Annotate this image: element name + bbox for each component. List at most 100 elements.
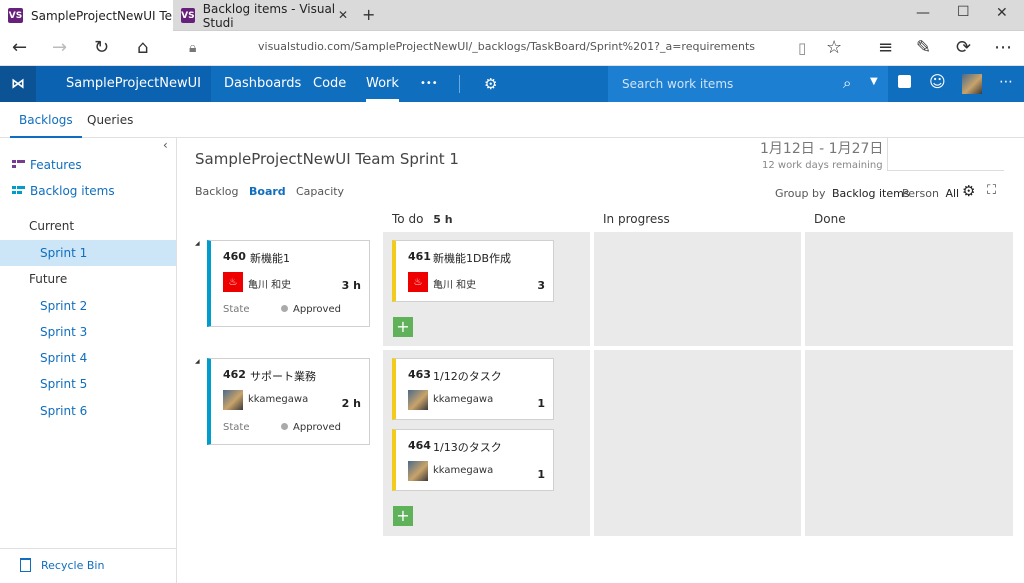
browser-tab-strip: VS SampleProjectNewUI Te VS Backlog item… bbox=[0, 0, 1024, 31]
assignee-name[interactable]: 亀川 和史 bbox=[248, 276, 291, 291]
back-arrow-icon[interactable]: ← bbox=[12, 38, 27, 58]
assignee-name[interactable]: kkamegawa bbox=[433, 394, 493, 405]
more-icon[interactable]: ⋯ bbox=[994, 38, 1012, 58]
sidebar-item-sprint-6[interactable]: Sprint 6 bbox=[0, 398, 176, 424]
state-value[interactable]: Approved bbox=[281, 422, 341, 433]
url-field[interactable]: visualstudio.com/SampleProjectNewUI/_bac… bbox=[258, 40, 755, 53]
add-task-button[interactable]: + bbox=[393, 317, 413, 337]
pivot-capacity[interactable]: Capacity bbox=[296, 185, 344, 198]
sidebar-item-sprint-5[interactable]: Sprint 5 bbox=[0, 371, 176, 397]
burndown-chart-placeholder[interactable] bbox=[887, 138, 1004, 171]
nav-code[interactable]: Code bbox=[313, 66, 346, 102]
assignee-name[interactable]: 亀川 和史 bbox=[433, 276, 476, 291]
visual-studio-icon: VS bbox=[8, 8, 23, 23]
state-label: State bbox=[223, 304, 250, 315]
sidebar-item-label: Backlog items bbox=[30, 184, 115, 198]
state-value[interactable]: Approved bbox=[281, 304, 341, 315]
project-name[interactable]: SampleProjectNewUI bbox=[36, 66, 211, 102]
work-item-title[interactable]: 1/12のタスク bbox=[433, 368, 502, 384]
nav-work[interactable]: Work bbox=[366, 66, 399, 102]
reading-view-icon[interactable]: ▯ bbox=[798, 38, 806, 58]
person-label: Person bbox=[902, 187, 939, 200]
remaining-work[interactable]: 3 bbox=[537, 279, 545, 292]
remaining-hours: 3 h bbox=[341, 279, 361, 292]
sidebar-item-sprint-1[interactable]: Sprint 1 bbox=[0, 240, 176, 266]
tab-backlogs[interactable]: Backlogs bbox=[10, 102, 82, 138]
remaining-hours: 2 h bbox=[341, 397, 361, 410]
more-icon[interactable]: ⋯ bbox=[999, 74, 1013, 90]
remaining-work[interactable]: 1 bbox=[537, 397, 545, 410]
home-icon[interactable]: ⌂ bbox=[137, 38, 148, 58]
sidebar-item-backlog-items[interactable]: Backlog items bbox=[0, 178, 176, 204]
browser-tab-active[interactable]: VS SampleProjectNewUI Te bbox=[0, 0, 173, 31]
work-item-title[interactable]: 1/13のタスク bbox=[433, 439, 502, 455]
pivot-backlog[interactable]: Backlog bbox=[195, 185, 238, 198]
close-tab-icon[interactable]: ✕ bbox=[338, 8, 348, 22]
person-filter[interactable]: Person All bbox=[902, 187, 959, 200]
forward-arrow-icon[interactable]: → bbox=[52, 38, 67, 58]
browser-tab[interactable]: VS Backlog items - Visual Studi ✕ bbox=[173, 0, 356, 31]
backlog-items-icon bbox=[12, 186, 25, 194]
recycle-bin-link[interactable]: Recycle Bin bbox=[0, 553, 176, 579]
task-card[interactable]: 464 1/13のタスク kkamegawa 1 bbox=[392, 429, 554, 491]
recycle-bin-label: Recycle Bin bbox=[41, 559, 105, 572]
search-icon[interactable]: ⌕ bbox=[843, 74, 851, 92]
app-header: ⋈ SampleProjectNewUI Dashboards Code Wor… bbox=[0, 66, 1024, 102]
pivot-board[interactable]: Board bbox=[249, 185, 286, 198]
smiley-icon[interactable]: ☺ bbox=[929, 72, 946, 91]
sidebar-item-sprint-2[interactable]: Sprint 2 bbox=[0, 293, 176, 319]
user-avatar[interactable] bbox=[962, 74, 982, 94]
user-avatar-icon: ♨ bbox=[408, 272, 428, 292]
sprint-dates: 1月12日 - 1月27日 bbox=[760, 141, 884, 157]
add-task-button[interactable]: + bbox=[393, 506, 413, 526]
work-item-id: 462 bbox=[223, 368, 246, 381]
work-item-title[interactable]: 新機能1DB作成 bbox=[433, 250, 511, 266]
chevron-down-icon[interactable]: ▼ bbox=[870, 76, 878, 87]
minimize-icon[interactable]: — bbox=[916, 5, 930, 21]
new-tab-icon[interactable]: + bbox=[362, 5, 375, 24]
collapse-chevron-icon[interactable]: ‹ bbox=[163, 138, 168, 152]
sidebar-item-label: Features bbox=[30, 158, 82, 172]
board-cell-done-row2 bbox=[805, 350, 1013, 536]
task-card[interactable]: 461 新機能1DB作成 ♨ 亀川 和史 3 bbox=[392, 240, 554, 302]
board-cell-inprogress-row2 bbox=[594, 350, 801, 536]
favorite-star-icon[interactable]: ☆ bbox=[826, 38, 842, 58]
work-item-id: 460 bbox=[223, 250, 246, 263]
collapse-row-triangle-icon[interactable]: ◢ bbox=[195, 240, 200, 247]
state-dot-icon bbox=[281, 305, 288, 312]
board-settings-gear-icon[interactable]: ⚙ bbox=[962, 182, 975, 200]
nav-divider bbox=[459, 75, 460, 93]
tab-queries[interactable]: Queries bbox=[87, 102, 133, 138]
remaining-work[interactable]: 1 bbox=[537, 468, 545, 481]
state-text: Approved bbox=[293, 304, 341, 315]
collapse-row-triangle-icon[interactable]: ◢ bbox=[195, 358, 200, 365]
assignee-name[interactable]: kkamegawa bbox=[248, 394, 308, 405]
marketplace-bag-icon[interactable] bbox=[898, 75, 911, 88]
refresh-icon[interactable]: ↻ bbox=[94, 38, 109, 58]
fullscreen-icon[interactable]: ⛶ bbox=[987, 183, 996, 198]
sidebar-item-sprint-4[interactable]: Sprint 4 bbox=[0, 345, 176, 371]
work-item-title[interactable]: サポート業務 bbox=[250, 368, 316, 384]
work-item-id: 461 bbox=[408, 250, 431, 263]
sidebar-item-features[interactable]: Features bbox=[0, 152, 176, 178]
pbi-card[interactable]: 460 新機能1 ♨ 亀川 和史 3 h State Approved bbox=[207, 240, 370, 327]
share-icon[interactable]: ⟳ bbox=[956, 38, 971, 58]
maximize-icon[interactable]: ☐ bbox=[957, 4, 970, 20]
settings-gear-icon[interactable]: ⚙ bbox=[484, 66, 497, 102]
work-item-title[interactable]: 新機能1 bbox=[250, 250, 290, 266]
task-card[interactable]: 463 1/12のタスク kkamegawa 1 bbox=[392, 358, 554, 420]
work-days-remaining: 12 work days remaining bbox=[762, 160, 883, 171]
web-note-icon[interactable]: ✎ bbox=[916, 38, 931, 58]
recycle-bin-icon bbox=[20, 558, 31, 572]
window-close-icon[interactable]: ✕ bbox=[996, 5, 1008, 21]
nav-more[interactable]: ••• bbox=[420, 66, 438, 102]
nav-dashboards[interactable]: Dashboards bbox=[224, 66, 301, 102]
pbi-card[interactable]: 462 サポート業務 kkamegawa 2 h State Approved bbox=[207, 358, 370, 445]
hub-icon[interactable]: ≡ bbox=[878, 38, 893, 58]
group-by-control[interactable]: Group by Backlog items bbox=[775, 187, 910, 200]
features-icon bbox=[12, 160, 25, 168]
vsts-logo-icon[interactable]: ⋈ bbox=[0, 66, 36, 102]
user-avatar bbox=[408, 461, 428, 481]
sidebar-item-sprint-3[interactable]: Sprint 3 bbox=[0, 319, 176, 345]
assignee-name[interactable]: kkamegawa bbox=[433, 465, 493, 476]
